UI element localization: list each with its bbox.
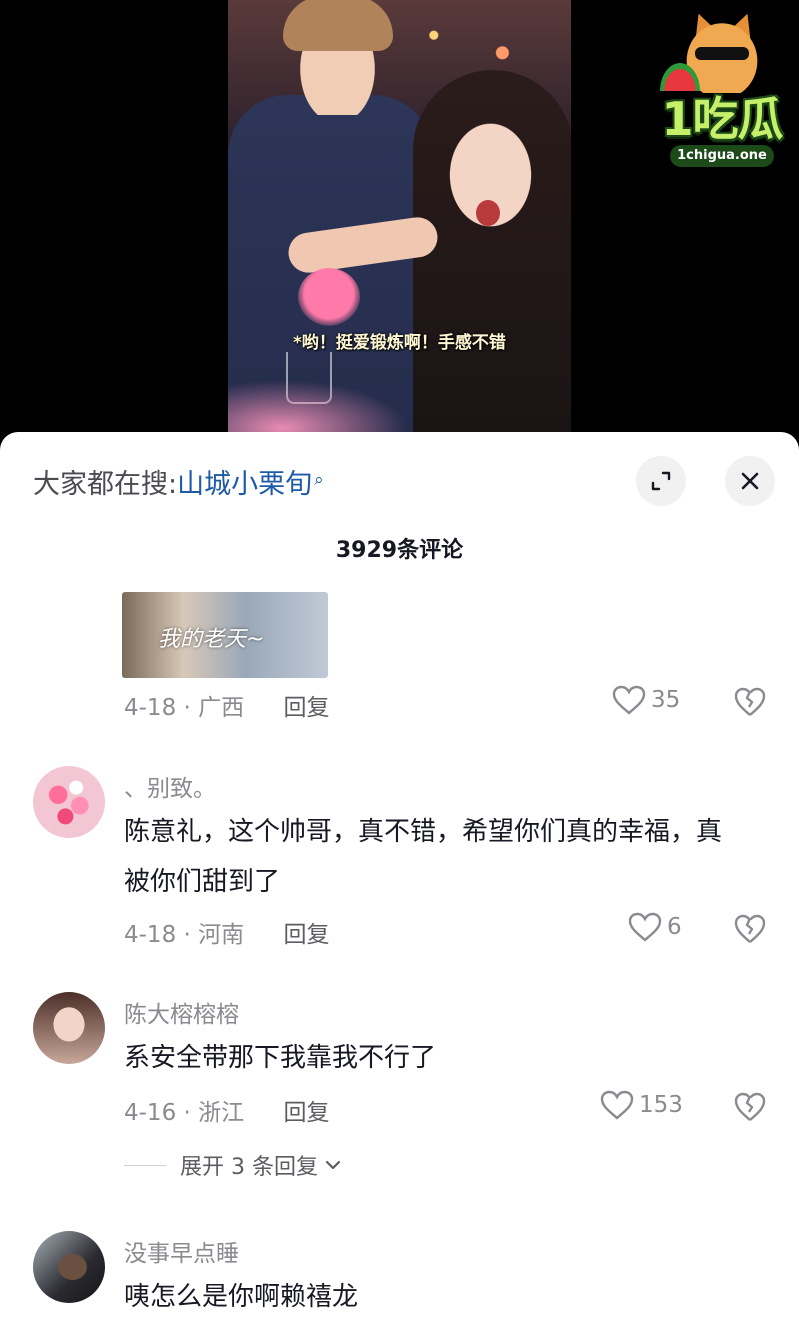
video-subtitle: *哟！挺爱锻炼啊！手感不错: [293, 333, 506, 353]
reply-button[interactable]: 回复: [283, 922, 329, 948]
logo-domain: 1chigua.one: [670, 145, 774, 167]
expand-divider: [124, 1164, 166, 1166]
expand-button[interactable]: [636, 456, 686, 506]
like-button[interactable]: 153: [600, 1090, 683, 1120]
chevron-down-icon: [325, 1160, 341, 1170]
comment-attached-image[interactable]: 我的老天~: [122, 592, 328, 678]
comment-username[interactable]: 、别致。: [124, 769, 216, 803]
heart-icon: [612, 685, 646, 715]
broken-heart-icon: [734, 914, 766, 943]
search-icon: ⌕: [314, 470, 324, 490]
reply-button[interactable]: 回复: [283, 695, 329, 721]
heart-icon: [628, 912, 662, 942]
comment-meta: 4-18 · 河南 回复: [124, 915, 329, 949]
expand-icon: [651, 471, 671, 491]
comment-date-location: 4-18 · 广西: [124, 695, 245, 721]
expand-replies-label: 展开 3 条回复: [180, 1155, 318, 1180]
close-button[interactable]: [725, 456, 775, 506]
like-count: 6: [667, 914, 682, 940]
heart-icon: [600, 1090, 634, 1120]
expand-replies-button[interactable]: 展开 3 条回复: [124, 1149, 342, 1181]
dislike-button[interactable]: [734, 1092, 766, 1126]
like-button[interactable]: 6: [628, 912, 682, 942]
video-man-hair: [283, 0, 393, 51]
reply-button[interactable]: 回复: [283, 1100, 329, 1126]
search-suggestion[interactable]: 大家都在搜:山城小栗旬 ⌕: [33, 462, 324, 501]
logo-sunglasses: [695, 47, 749, 60]
attached-image-caption: 我的老天~: [158, 627, 265, 652]
comment-text: 咦怎么是你啊赖禧龙: [124, 1282, 359, 1312]
comment-meta: 4-16 · 浙江 回复: [124, 1093, 329, 1127]
broken-heart-icon: [734, 1092, 766, 1121]
comment-username[interactable]: 没事早点睡: [124, 1234, 239, 1268]
search-term-link[interactable]: 山城小栗旬: [177, 469, 312, 500]
comment-date-location: 4-18 · 河南: [124, 922, 245, 948]
avatar[interactable]: [33, 766, 105, 838]
video-player[interactable]: *哟！挺爱锻炼啊！手感不错 1吃瓜 1chigua.one: [0, 0, 799, 440]
watermark-logo: 1吃瓜 1chigua.one: [652, 5, 792, 175]
avatar[interactable]: [33, 1231, 105, 1303]
video-pink-glow: [228, 380, 408, 440]
dislike-button[interactable]: [734, 914, 766, 948]
comment-text: 系安全带那下我靠我不行了: [124, 1043, 437, 1073]
like-count: 153: [639, 1092, 683, 1118]
dislike-button[interactable]: [734, 687, 766, 721]
avatar[interactable]: [33, 992, 105, 1064]
comment-sheet: 大家都在搜:山城小栗旬 ⌕ 3929条评论 我的老天~ 4-18 · 广西 回复 …: [0, 432, 799, 1338]
like-button[interactable]: 35: [612, 685, 680, 715]
video-woman-mouth: [476, 200, 500, 226]
logo-text: 1吃瓜: [661, 92, 783, 146]
search-prefix: 大家都在搜:: [33, 469, 178, 500]
watermelon-icon: [660, 63, 700, 91]
comment-count: 3929条评论: [335, 538, 464, 563]
broken-heart-icon: [734, 687, 766, 716]
close-icon: [741, 472, 759, 490]
like-count: 35: [651, 687, 681, 713]
heart-sticker: [298, 268, 360, 326]
comment-date-location: 4-16 · 浙江: [124, 1100, 245, 1126]
comment-text: 陈意礼，这个帅哥，真不错，希望你们真的幸福，真被你们甜到了: [124, 817, 723, 897]
video-frame[interactable]: *哟！挺爱锻炼啊！手感不错: [228, 0, 571, 440]
comment-username[interactable]: 陈大榕榕榕: [124, 995, 239, 1029]
comment-meta: 4-18 · 广西 回复: [124, 688, 329, 722]
